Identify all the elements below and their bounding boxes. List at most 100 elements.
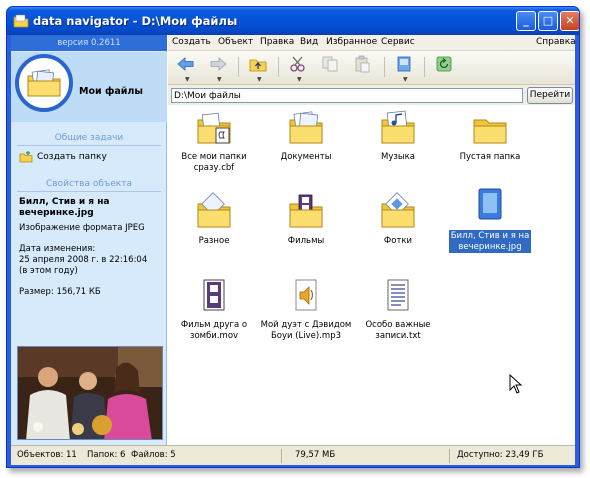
go-button[interactable]: Перейти <box>527 87 573 104</box>
folder-music-icon <box>378 108 418 148</box>
version-label: версия 0.2611 <box>11 35 167 51</box>
list-item-photos[interactable]: Фотки <box>352 192 444 247</box>
video-file-icon <box>194 276 234 316</box>
create-folder-task[interactable]: Создать папку <box>19 149 107 165</box>
folder-archive-icon <box>194 108 234 148</box>
status-total-size: 79,57 МБ <box>295 450 336 460</box>
status-free-space: Доступно: 23,49 ГБ <box>457 450 544 460</box>
paste-button[interactable] <box>352 55 376 81</box>
address-input[interactable] <box>171 88 523 103</box>
forward-button[interactable]: ▼ <box>208 55 232 83</box>
current-folder-header: Мои файлы <box>11 52 167 122</box>
menu-object[interactable]: Объект <box>218 37 253 47</box>
current-folder-icon <box>15 54 73 112</box>
window-frame: версия 0.2611 Мои файлы Общие задачи Соз… <box>11 35 576 465</box>
list-item-misc[interactable]: Разное <box>168 192 260 247</box>
new-folder-icon <box>19 151 33 163</box>
object-size: Размер: 156,71 КБ <box>19 287 101 297</box>
create-folder-label: Создать папку <box>37 152 107 162</box>
tasks-section-title: Общие задачи <box>54 133 124 143</box>
view-mode-icon <box>397 56 411 72</box>
copy-icon <box>322 56 338 72</box>
refresh-button[interactable] <box>434 55 458 81</box>
file-label: Документы <box>280 152 332 162</box>
left-panel: версия 0.2611 Мои файлы Общие задачи Соз… <box>11 35 167 445</box>
list-item-documents[interactable]: Документы <box>260 108 352 163</box>
list-item-bowie-duet[interactable]: Мой дуэт с Дэвидом Боуи (Live).mp3 <box>260 276 352 341</box>
minimize-button[interactable]: _ <box>516 11 536 31</box>
back-button[interactable]: ▼ <box>176 55 200 83</box>
file-label: Фотки <box>383 236 413 246</box>
menu-help[interactable]: Справка <box>536 37 576 47</box>
properties-section-title: Свойства объекта <box>46 179 132 189</box>
modified-label: Дата изменения: <box>19 244 96 254</box>
image-file-icon <box>470 186 510 226</box>
list-item-party-photo[interactable]: Билл, Стив и я на вечеринке.jpg <box>440 186 540 253</box>
status-object-count: Объектов: 11 <box>17 450 77 460</box>
back-arrow-icon <box>177 57 194 71</box>
audio-file-icon <box>286 276 326 316</box>
file-label: Мой дуэт с Дэвидом Боуи (Live).mp3 <box>260 320 352 341</box>
object-name-line1: Билл, Стив и я на <box>19 197 110 207</box>
file-label: Пустая папка <box>459 152 521 162</box>
app-folder-icon <box>13 14 29 28</box>
view-button[interactable]: ▼ <box>394 55 418 83</box>
folder-empty-icon <box>470 108 510 148</box>
menu-bar: Создать Объект Правка Вид Избранное Серв… <box>168 35 576 51</box>
image-preview <box>17 346 163 440</box>
cut-button[interactable]: ▼ <box>288 55 312 83</box>
window-title: data navigator - D:\Мои файлы <box>33 14 238 28</box>
folder-photos-icon <box>378 192 418 232</box>
folder-up-button[interactable]: ▼ <box>248 55 272 83</box>
modified-value: 25 апреля 2008 г. в 22:16:04 <box>19 255 148 265</box>
folder-misc-icon <box>194 192 234 232</box>
list-item-zombie-movie[interactable]: Фильм друга о зомби.mov <box>168 276 260 341</box>
toolbar-separator <box>384 57 385 77</box>
properties-divider <box>17 191 161 192</box>
refresh-icon <box>436 56 452 72</box>
list-item-empty-folder[interactable]: Пустая папка <box>444 108 536 163</box>
list-item-all-folders[interactable]: Все мои папки сразу.cbf <box>168 108 260 173</box>
main-panel: Создать Объект Правка Вид Избранное Серв… <box>168 35 576 445</box>
file-label: Музыка <box>381 152 415 162</box>
title-bar[interactable]: data navigator - D:\Мои файлы _ □ ✕ <box>7 7 579 35</box>
status-bar: Объектов: 11 Папок: 6 Файлов: 5 79,57 МБ… <box>11 445 575 465</box>
menu-tools[interactable]: Сервис <box>381 37 415 47</box>
toolbar-separator <box>238 57 239 77</box>
list-item-films[interactable]: Фильмы <box>260 192 352 247</box>
status-folder-count: Папок: 6 <box>87 450 126 460</box>
status-divider <box>281 449 282 463</box>
menu-view[interactable]: Вид <box>300 37 318 47</box>
list-item-music[interactable]: Музыка <box>352 108 444 163</box>
object-type: Изображение формата JPEG <box>19 223 145 233</box>
file-label: Разное <box>198 236 230 246</box>
menu-create[interactable]: Создать <box>172 37 211 47</box>
paste-icon <box>355 55 370 73</box>
folder-documents-icon <box>286 108 326 148</box>
maximize-button[interactable]: □ <box>538 11 558 31</box>
text-file-icon <box>378 276 418 316</box>
mouse-pointer-icon <box>509 374 523 394</box>
menu-edit[interactable]: Правка <box>260 37 294 47</box>
menu-favorites[interactable]: Избранное <box>326 37 377 47</box>
app-window: data navigator - D:\Мои файлы _ □ ✕ верс… <box>6 6 580 468</box>
file-label: Все мои папки сразу.cbf <box>181 152 247 173</box>
tasks-divider <box>17 145 161 146</box>
toolbar: ▼ ▼ ▼ ▼ ▼ <box>168 51 575 85</box>
close-button[interactable]: ✕ <box>560 11 579 31</box>
status-file-count: Файлов: 5 <box>131 450 176 460</box>
file-label: Фильм друга о зомби.mov <box>180 320 248 341</box>
toolbar-separator <box>424 57 425 77</box>
modified-note: (в этом году) <box>19 266 78 276</box>
folder-up-icon <box>249 59 267 72</box>
status-divider <box>449 449 450 463</box>
object-name-line2: вечеринке.jpg <box>19 208 94 218</box>
file-label: Фильмы <box>287 236 325 246</box>
file-label: Билл, Стив и я на вечеринке.jpg <box>448 230 532 253</box>
folder-films-icon <box>286 192 326 232</box>
file-list: Все мои папки сразу.cbf Документы Музыка… <box>168 106 575 445</box>
list-item-important-notes[interactable]: Особо важные записи.txt <box>352 276 444 341</box>
copy-button[interactable] <box>320 55 344 81</box>
file-label: Особо важные записи.txt <box>365 320 431 341</box>
address-bar: Перейти <box>168 85 575 105</box>
